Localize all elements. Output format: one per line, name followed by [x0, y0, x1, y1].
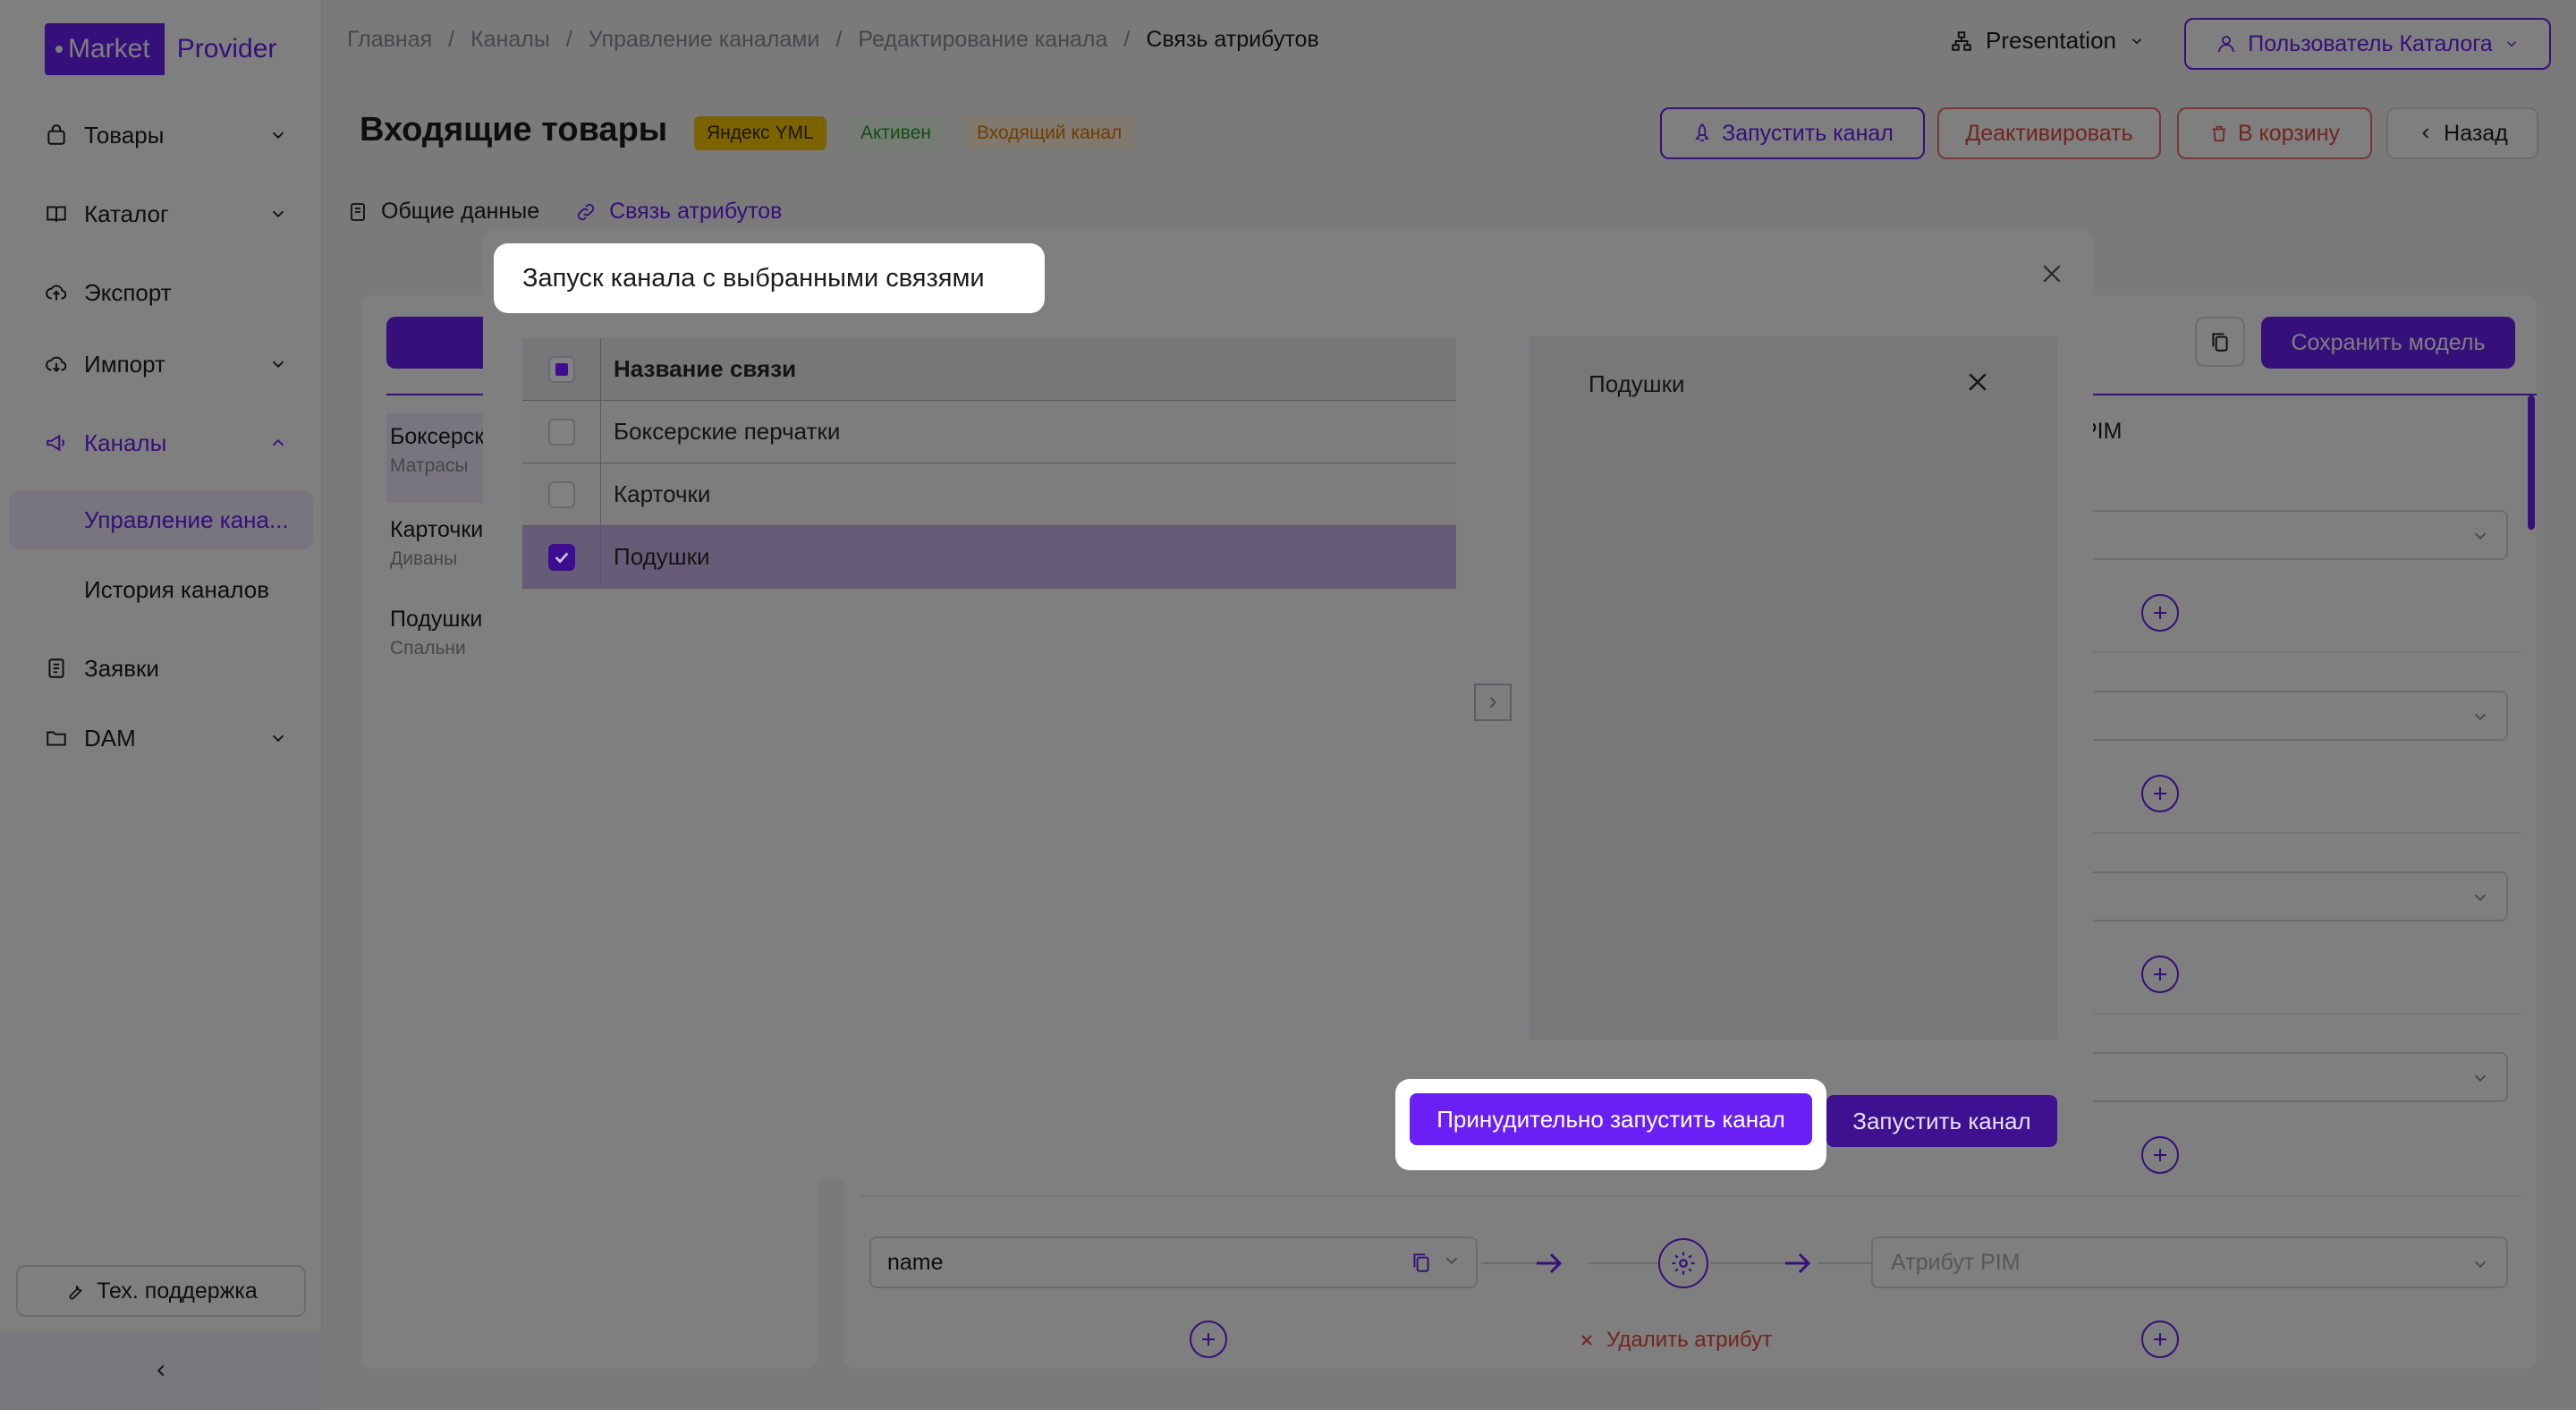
partial-check-icon	[555, 362, 568, 376]
modal-title: Запуск канала с выбранными связями	[494, 243, 1045, 313]
row-checkbox-cell	[522, 400, 601, 463]
select-all-cell	[522, 337, 601, 401]
table-row[interactable]: Карточки	[522, 463, 1456, 526]
transfer-right-button[interactable]	[1474, 684, 1512, 721]
row-checkbox-cell	[522, 525, 601, 589]
force-launch-button[interactable]: Принудительно запустить канал	[1410, 1093, 1812, 1145]
modal-close-button[interactable]	[2034, 256, 2070, 292]
row-label: Боксерские перчатки	[614, 418, 841, 445]
row-checkbox-cell	[522, 463, 601, 526]
relations-table: Название связи Боксерские перчатки Карто…	[522, 337, 1456, 589]
column-header-name: Название связи	[614, 355, 797, 382]
selected-relations-panel: Подушки	[1530, 336, 2057, 1040]
table-row[interactable]: Боксерские перчатки	[522, 400, 1456, 463]
row-label: Карточки	[614, 480, 711, 507]
chevron-right-icon	[1489, 696, 1497, 709]
selected-relation-label: Подушки	[1589, 370, 1685, 397]
remove-selected-button[interactable]	[1964, 369, 1991, 400]
row-checkbox[interactable]	[547, 543, 575, 571]
checkmark-icon	[555, 551, 568, 564]
row-label: Подушки	[614, 543, 710, 570]
table-row[interactable]: Подушки	[522, 525, 1456, 589]
close-icon	[2043, 265, 2061, 283]
row-checkbox[interactable]	[547, 480, 575, 508]
close-icon	[1969, 373, 1987, 391]
select-all-checkbox[interactable]	[547, 355, 575, 383]
launch-modal: Запуск канала с выбранными связями Назва…	[483, 229, 2093, 1179]
row-checkbox[interactable]	[547, 418, 575, 446]
modal-launch-button[interactable]: Запустить канал	[1826, 1095, 2057, 1147]
table-header-row: Название связи	[522, 337, 1456, 401]
